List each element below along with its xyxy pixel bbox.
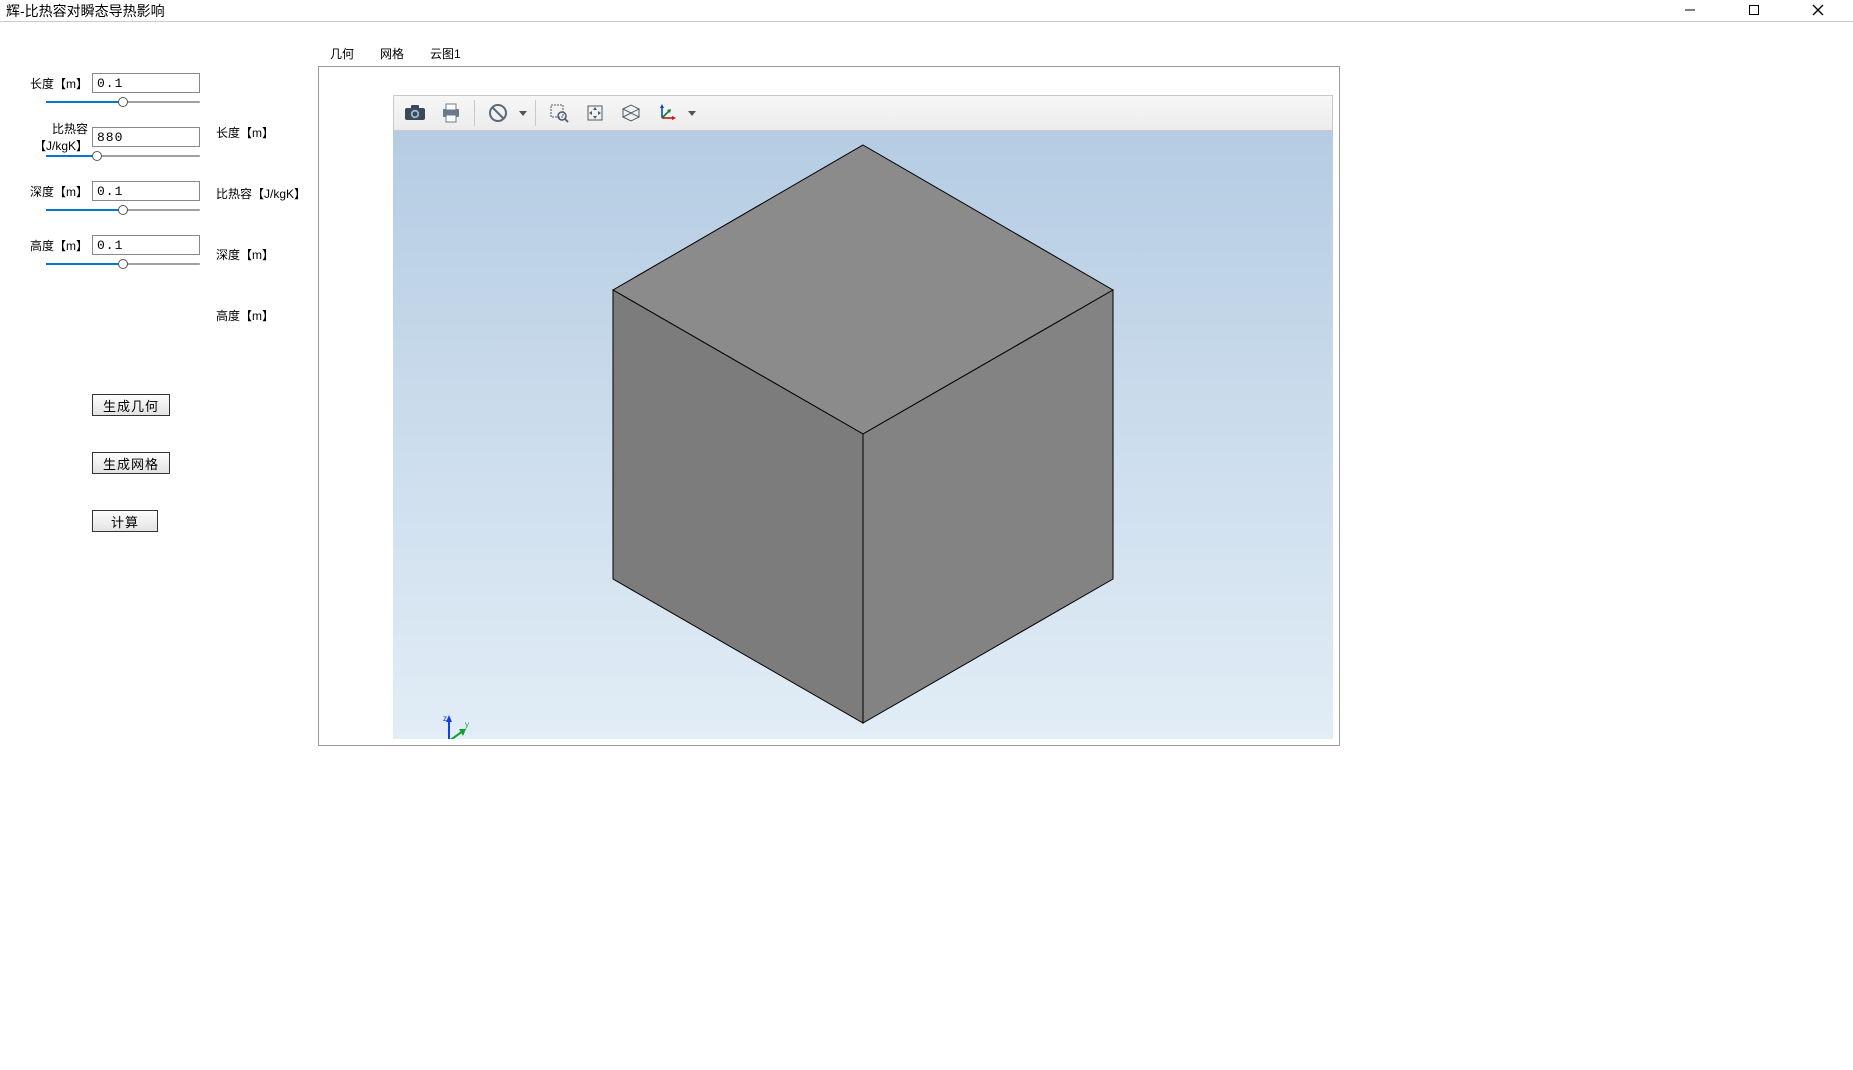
param-row-heat-capacity: 比热容【J/kgK】 xyxy=(12,126,202,148)
body-area: 长度【m】 比热容【J/kgK】 xyxy=(0,22,1853,1070)
length-slider[interactable] xyxy=(46,96,200,108)
camera-icon[interactable] xyxy=(398,98,432,128)
viewport-area: 几何 网格 云图1 xyxy=(318,22,1853,1070)
heat-capacity-slider[interactable] xyxy=(46,150,200,162)
compute-button[interactable]: 计算 xyxy=(92,510,158,532)
generate-geometry-button[interactable]: 生成几何 xyxy=(92,394,170,416)
param-readout-depth: 深度【m】 xyxy=(216,246,306,263)
axis-label-y: y xyxy=(465,720,469,729)
app-window: 辉-比热容对瞬态导热影响 长度【m】 xyxy=(0,0,1853,1070)
viewport-toolbar xyxy=(393,95,1333,131)
viewport-frame: z y x xyxy=(318,66,1340,746)
tab-geometry[interactable]: 几何 xyxy=(324,43,360,64)
3d-canvas[interactable]: z y x xyxy=(393,131,1333,739)
param-label: 深度【m】 xyxy=(12,183,92,200)
parameters-panel: 长度【m】 比热容【J/kgK】 xyxy=(0,22,318,1070)
tab-mesh[interactable]: 网格 xyxy=(374,43,410,64)
window-title: 辉-比热容对瞬态导热影响 xyxy=(4,0,165,21)
param-readout-length: 长度【m】 xyxy=(216,124,306,141)
maximize-button[interactable] xyxy=(1731,0,1777,20)
param-label: 长度【m】 xyxy=(12,75,92,92)
print-icon[interactable] xyxy=(434,98,468,128)
param-readout-heat-capacity: 比热容【J/kgK】 xyxy=(216,185,306,202)
zoom-box-icon[interactable] xyxy=(542,98,576,128)
param-readout-height: 高度【m】 xyxy=(216,307,306,324)
rotate-3d-icon[interactable] xyxy=(614,98,648,128)
title-bar: 辉-比热容对瞬态导热影响 xyxy=(0,0,1853,22)
param-row-height: 高度【m】 xyxy=(12,234,202,256)
axes-dropdown[interactable] xyxy=(686,111,698,116)
depth-input[interactable] xyxy=(92,181,200,201)
height-slider[interactable] xyxy=(46,258,200,270)
param-row-length: 长度【m】 xyxy=(12,72,202,94)
heat-capacity-input[interactable] xyxy=(92,127,200,147)
view-tabs: 几何 网格 云图1 xyxy=(318,42,1853,64)
param-label: 比热容【J/kgK】 xyxy=(12,120,92,154)
length-input[interactable] xyxy=(92,73,200,93)
pan-arrows-icon[interactable] xyxy=(578,98,612,128)
no-symbol-icon[interactable] xyxy=(481,98,515,128)
close-button[interactable] xyxy=(1795,0,1841,20)
tab-contour1[interactable]: 云图1 xyxy=(424,43,467,64)
generate-mesh-button[interactable]: 生成网格 xyxy=(92,452,170,474)
param-label: 高度【m】 xyxy=(12,237,92,254)
param-row-depth: 深度【m】 xyxy=(12,180,202,202)
window-controls xyxy=(1667,0,1849,20)
axes-icon[interactable] xyxy=(650,98,684,128)
height-input[interactable] xyxy=(92,235,200,255)
no-symbol-dropdown[interactable] xyxy=(517,111,529,116)
minimize-button[interactable] xyxy=(1667,0,1713,20)
depth-slider[interactable] xyxy=(46,204,200,216)
axis-label-z: z xyxy=(443,714,447,723)
